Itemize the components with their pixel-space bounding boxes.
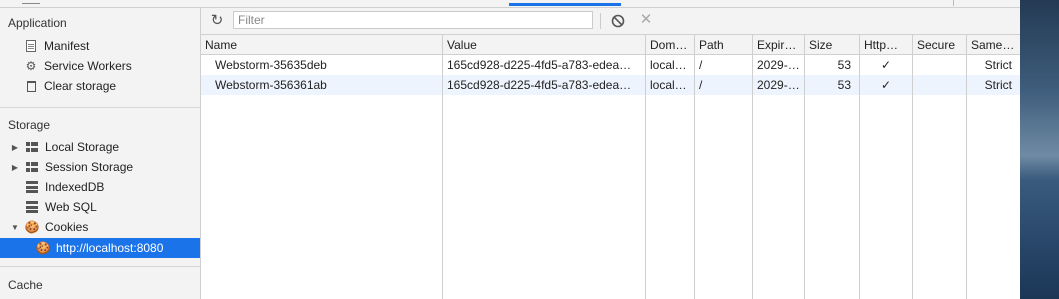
sidebar-item-label: Session Storage (45, 160, 134, 174)
cell-samesite: Strict (984, 78, 1012, 92)
column-header-expires[interactable]: Expir… (753, 35, 804, 55)
expand-arrow-icon[interactable]: ▶ (11, 163, 19, 172)
table-row[interactable]: Webstorm-356361ab 165cd928-d225-4fd5-a78… (201, 75, 1020, 95)
refresh-icon[interactable]: ↻ (209, 13, 225, 29)
column-divider[interactable] (752, 35, 753, 299)
cell-domain: local… (650, 78, 687, 92)
sidebar-item-label: http://localhost:8080 (56, 241, 164, 255)
clear-all-icon[interactable] (611, 14, 625, 28)
sidebar-item-label: Cookies (45, 220, 89, 234)
column-header-path[interactable]: Path (695, 35, 752, 55)
sidebar-item-label: Web SQL (45, 200, 97, 214)
sidebar-item-indexeddb[interactable]: IndexedDB (0, 177, 200, 197)
section-divider (0, 107, 200, 108)
cell-secure (913, 55, 966, 75)
expand-arrow-icon[interactable]: ▶ (11, 143, 19, 152)
database-icon (25, 180, 39, 194)
active-tab-indicator (509, 3, 621, 6)
grid-icon (25, 140, 39, 154)
sidebar-item-session-storage[interactable]: ▶ Session Storage (0, 157, 200, 177)
cell-domain: local… (650, 58, 687, 72)
manifest-icon (24, 39, 38, 53)
toolbar-divider (600, 13, 601, 29)
cell-expires: 2029-… (757, 78, 800, 92)
sidebar: Application Manifest ⚙ Service Workers C… (0, 8, 201, 299)
cell-expires: 2029-… (757, 58, 800, 72)
column-header-name[interactable]: Name (201, 35, 442, 55)
gear-icon: ⚙ (25, 59, 37, 73)
cache-section-title: Cache (8, 278, 43, 292)
sidebar-item-manifest[interactable]: Manifest (0, 36, 200, 56)
sidebar-item-label: Local Storage (45, 140, 120, 154)
sidebar-item-cookie-origin[interactable]: 🍪 http://localhost:8080 (0, 238, 200, 258)
cell-size: 53 (837, 58, 851, 72)
cookies-panel: ↻ ✕ Name Value Dom… Path Expir… Size Htt… (201, 8, 1020, 299)
delete-selected-icon[interactable]: ✕ (639, 11, 653, 29)
column-divider[interactable] (694, 35, 695, 299)
cell-value: 165cd928-d225-4fd5-a783-edea… (447, 78, 632, 92)
tab-remnant-icon (22, 0, 40, 4)
sidebar-item-web-sql[interactable]: Web SQL (0, 197, 200, 217)
column-divider[interactable] (804, 35, 805, 299)
toolbar-divider (953, 0, 954, 6)
cell-secure (913, 75, 966, 95)
column-header-size[interactable]: Size (805, 35, 859, 55)
column-header-httponly[interactable]: Http… (860, 35, 912, 55)
column-header-secure[interactable]: Secure (913, 35, 966, 55)
cell-size: 53 (837, 78, 851, 92)
cell-httponly: ✓ (880, 78, 892, 92)
cell-samesite: Strict (984, 58, 1012, 72)
cell-httponly: ✓ (880, 58, 892, 72)
column-divider[interactable] (645, 35, 646, 299)
cookies-table: Name Value Dom… Path Expir… Size Http… S… (201, 35, 1020, 299)
sidebar-item-label: Clear storage (44, 79, 117, 93)
column-divider[interactable] (859, 35, 860, 299)
cell-path: / (699, 58, 703, 72)
cookie-icon: 🍪 (24, 220, 40, 234)
column-header-domain[interactable]: Dom… (646, 35, 694, 55)
sidebar-item-label: IndexedDB (45, 180, 105, 194)
cookies-toolbar: ↻ ✕ (201, 8, 1020, 35)
section-divider (0, 266, 200, 267)
column-divider[interactable] (966, 35, 967, 299)
sidebar-item-service-workers[interactable]: ⚙ Service Workers (0, 56, 200, 76)
database-icon (25, 200, 39, 214)
collapse-arrow-icon[interactable]: ▼ (11, 223, 19, 232)
cookie-icon: 🍪 (35, 241, 51, 255)
sidebar-item-local-storage[interactable]: ▶ Local Storage (0, 137, 200, 157)
sidebar-item-label: Service Workers (44, 59, 132, 73)
application-section-title: Application (8, 16, 67, 30)
table-row[interactable]: Webstorm-35635deb 165cd928-d225-4fd5-a78… (201, 55, 1020, 75)
trash-icon (24, 79, 38, 93)
sidebar-item-clear-storage[interactable]: Clear storage (0, 76, 200, 96)
cell-value: 165cd928-d225-4fd5-a783-edea… (447, 58, 632, 72)
sidebar-item-label: Manifest (44, 39, 90, 53)
filter-input[interactable] (233, 11, 593, 29)
desktop-background (1020, 0, 1059, 299)
column-header-value[interactable]: Value (443, 35, 645, 55)
cell-path: / (699, 78, 703, 92)
window-top-strip (0, 0, 1020, 8)
cell-name: Webstorm-356361ab (215, 78, 327, 92)
grid-icon (25, 160, 39, 174)
column-divider[interactable] (912, 35, 913, 299)
storage-section-title: Storage (8, 118, 51, 132)
column-header-samesite[interactable]: Same… (967, 35, 1020, 55)
column-divider[interactable] (442, 35, 443, 299)
cell-name: Webstorm-35635deb (215, 58, 327, 72)
sidebar-item-cookies[interactable]: ▼ 🍪 Cookies (0, 217, 200, 237)
